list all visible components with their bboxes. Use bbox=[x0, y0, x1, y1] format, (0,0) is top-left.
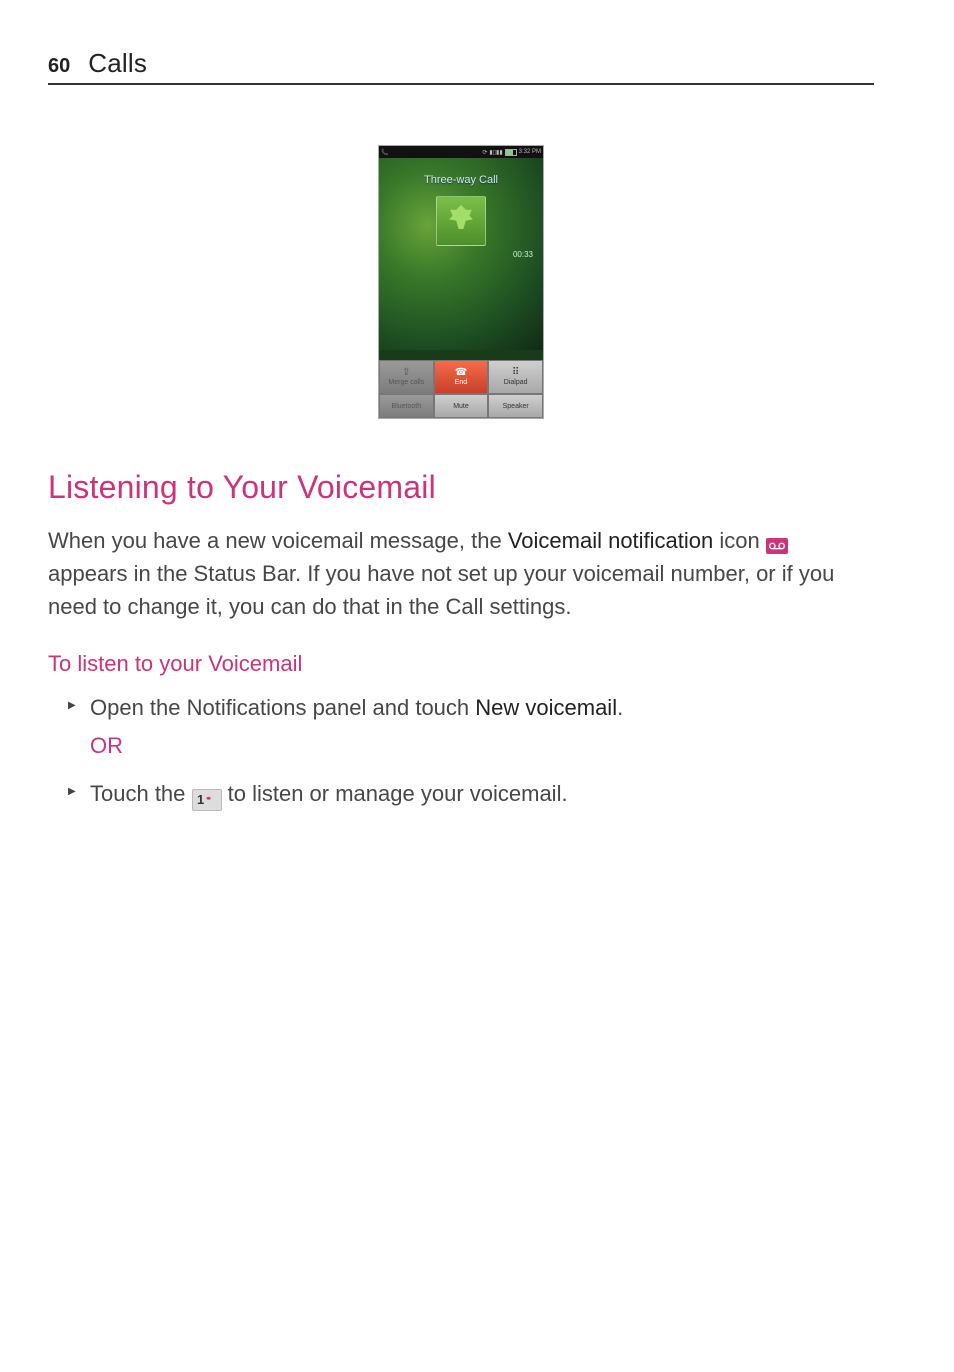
call-area: Three-way Call 00:33 bbox=[379, 158, 543, 350]
new-voicemail-bold: New voicemail bbox=[475, 695, 617, 720]
contact-avatar bbox=[436, 196, 486, 246]
list-item-1: Open the Notifications panel and touch N… bbox=[90, 691, 874, 763]
end-call-button[interactable]: ☎ End bbox=[434, 360, 489, 394]
para1-a: When you have a new voicemail message, t… bbox=[48, 528, 508, 553]
merge-calls-button[interactable]: ⇪ Merge calls bbox=[379, 360, 434, 394]
or-label: OR bbox=[90, 729, 874, 763]
signal-icon: ▮▯▮▮ bbox=[489, 149, 502, 156]
voicemail-notification-bold: Voicemail notification bbox=[508, 528, 713, 553]
para1-c: appears in the Status Bar. If you have n… bbox=[48, 561, 834, 619]
call-buttons: ⇪ Merge calls ☎ End ⠿ Dialpad Bluetooth … bbox=[379, 360, 543, 418]
phone-screenshot: 📞 ⟳ ▮▯▮▮ 3:32 PM Three-way Call 00:33 ⇪ … bbox=[48, 145, 874, 419]
voicemail-icon bbox=[766, 538, 788, 554]
end-icon: ☎ bbox=[455, 368, 467, 378]
instruction-list: Open the Notifications panel and touch N… bbox=[48, 691, 874, 811]
mute-button[interactable]: Mute bbox=[434, 394, 489, 418]
phone-frame: 📞 ⟳ ▮▯▮▮ 3:32 PM Three-way Call 00:33 ⇪ … bbox=[378, 145, 544, 419]
list-item-2: Touch the 1⚭ to listen or manage your vo… bbox=[90, 777, 874, 811]
dialpad-label: Dialpad bbox=[504, 379, 528, 386]
one-key-digit: 1 bbox=[197, 790, 204, 810]
end-label: End bbox=[455, 379, 467, 386]
merge-label: Merge calls bbox=[388, 379, 424, 386]
speaker-button[interactable]: Speaker bbox=[488, 394, 543, 418]
dialpad-icon: ⠿ bbox=[512, 368, 519, 378]
bullet1-b: . bbox=[617, 695, 623, 720]
bullet1-a: Open the Notifications panel and touch bbox=[90, 695, 475, 720]
para1-b: icon bbox=[713, 528, 766, 553]
one-key-icon: 1⚭ bbox=[192, 789, 222, 811]
bullet2-a: Touch the bbox=[90, 781, 192, 806]
speaker-label: Speaker bbox=[503, 403, 529, 410]
main-heading: Listening to Your Voicemail bbox=[48, 469, 874, 506]
phone-status-bar: 📞 ⟳ ▮▯▮▮ 3:32 PM bbox=[379, 146, 543, 158]
sub-heading: To listen to your Voicemail bbox=[48, 651, 874, 677]
status-right: ⟳ ▮▯▮▮ 3:32 PM bbox=[482, 149, 541, 156]
phone-icon: 📞 bbox=[381, 149, 388, 156]
dialpad-button[interactable]: ⠿ Dialpad bbox=[488, 360, 543, 394]
sync-icon: ⟳ bbox=[482, 149, 487, 156]
merge-icon: ⇪ bbox=[402, 368, 410, 378]
page-number: 60 bbox=[48, 55, 70, 78]
bluetooth-button[interactable]: Bluetooth bbox=[379, 394, 434, 418]
bluetooth-label: Bluetooth bbox=[392, 403, 422, 410]
call-timer: 00:33 bbox=[513, 250, 533, 259]
intro-paragraph: When you have a new voicemail message, t… bbox=[48, 524, 874, 623]
mute-label: Mute bbox=[453, 403, 469, 410]
section-title: Calls bbox=[88, 48, 147, 79]
bullet2-b: to listen or manage your voicemail. bbox=[222, 781, 568, 806]
status-time: 3:32 PM bbox=[519, 149, 541, 155]
battery-icon bbox=[505, 149, 517, 156]
page-header: 60 Calls bbox=[48, 48, 874, 85]
call-title: Three-way Call bbox=[379, 158, 543, 186]
one-key-voicemail-icon: ⚭ bbox=[205, 795, 212, 803]
